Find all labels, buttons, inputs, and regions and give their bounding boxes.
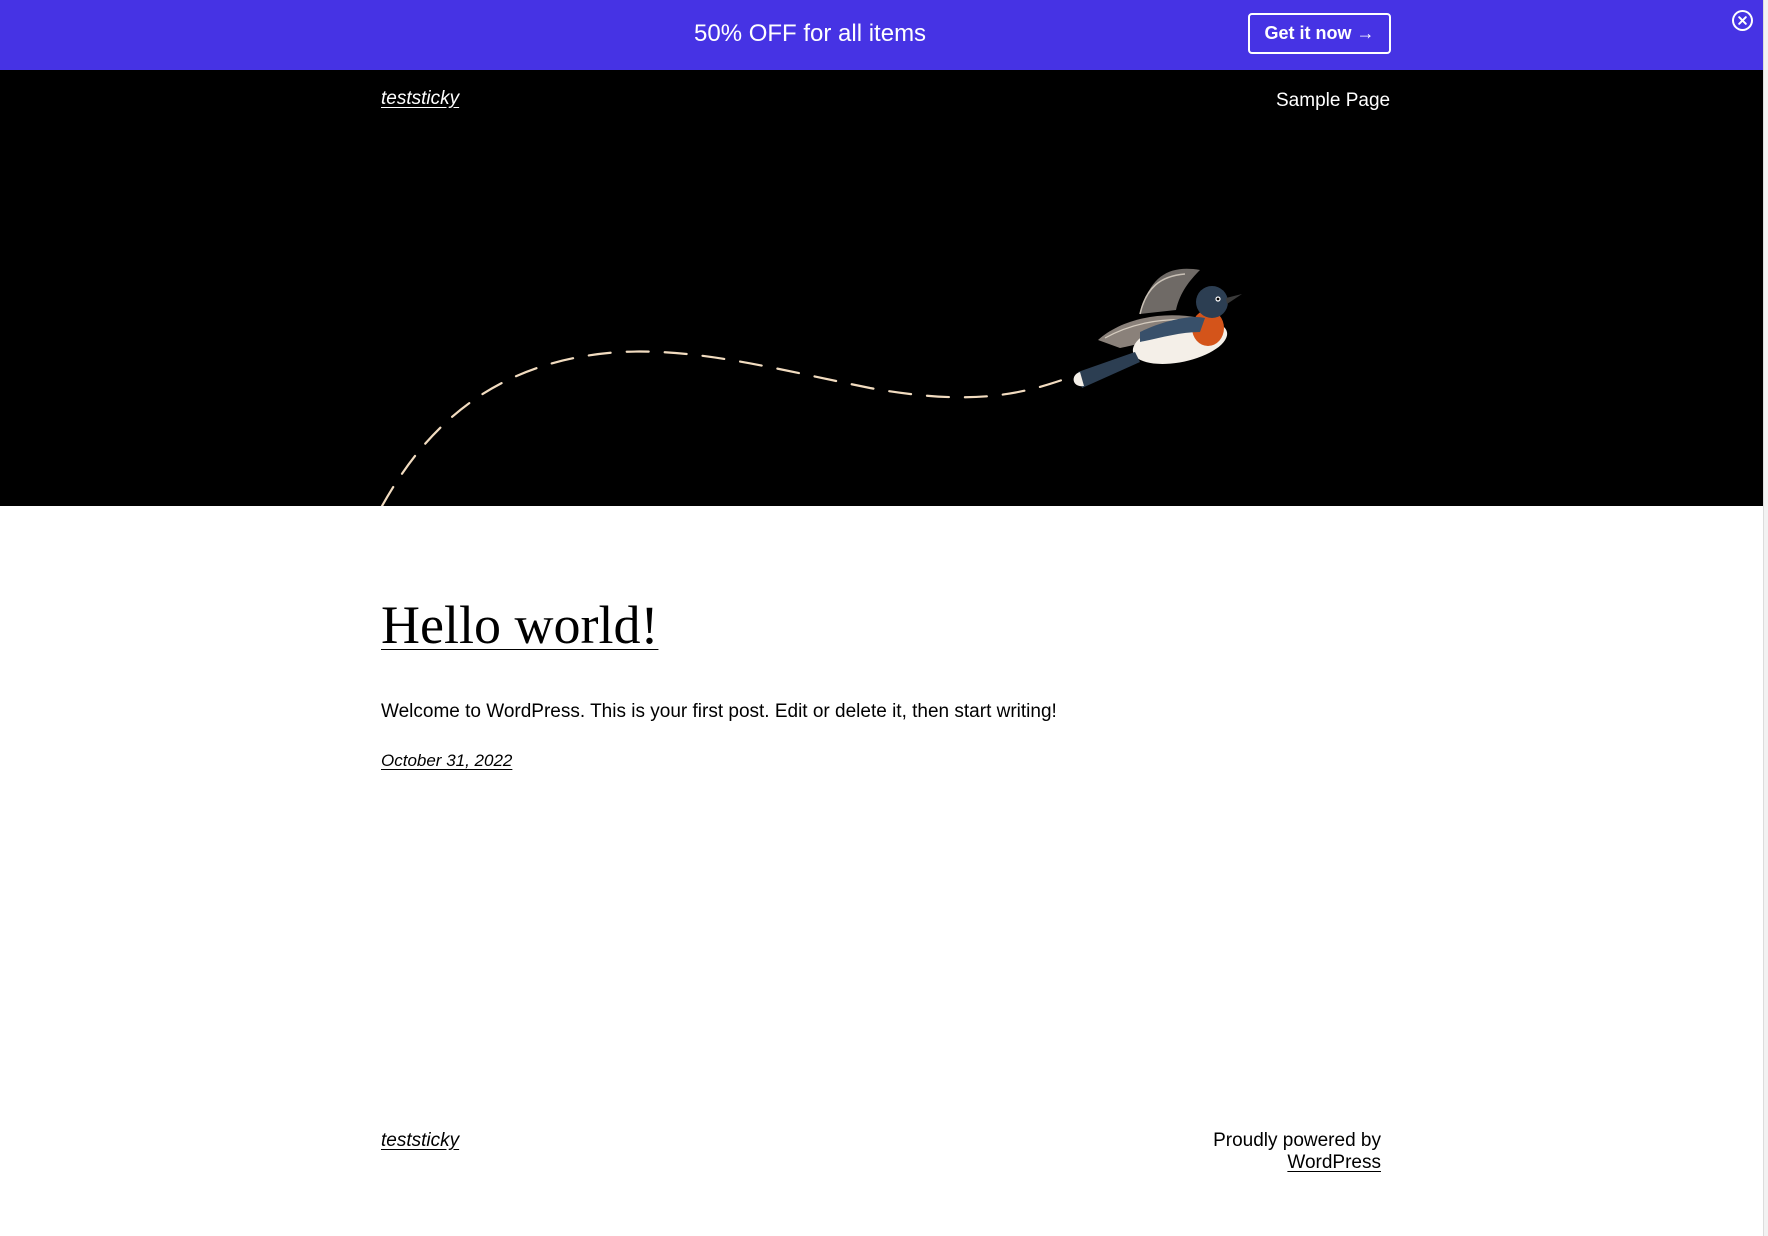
promo-bar: 50% OFF for all items Get it now → (0, 0, 1763, 70)
close-promo-button[interactable] (1732, 10, 1753, 31)
wordpress-link[interactable]: WordPress (1287, 1152, 1381, 1173)
post-excerpt: Welcome to WordPress. This is your first… (381, 701, 1057, 722)
footer-credit: Proudly powered by WordPress (1130, 1130, 1381, 1174)
page: 50% OFF for all items Get it now → tests… (0, 0, 1768, 1236)
promo-message: 50% OFF for all items (694, 20, 927, 47)
close-icon (1734, 12, 1751, 29)
footer-site-title-link[interactable]: teststicky (381, 1130, 459, 1152)
hero-illustration (380, 268, 1242, 506)
bird-icon (1073, 268, 1242, 388)
footer-credit-text: Proudly powered by (1213, 1130, 1381, 1151)
site-header: teststicky Sample Page (0, 70, 1763, 506)
flight-path (380, 350, 1064, 506)
post-date-link[interactable]: October 31, 2022 (381, 751, 512, 771)
get-it-now-button[interactable]: Get it now → (1248, 13, 1391, 54)
post-title-link[interactable]: Hello world! (381, 592, 658, 658)
scrollbar-strip (1763, 0, 1768, 1236)
